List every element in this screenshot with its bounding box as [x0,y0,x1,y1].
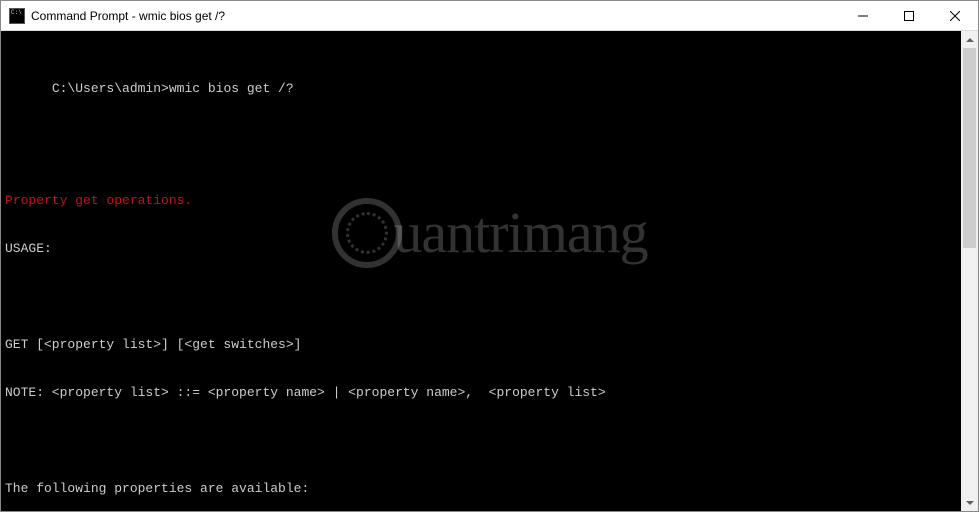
scroll-up-icon[interactable] [961,31,978,48]
close-button[interactable] [932,1,978,30]
cmd-icon [9,8,25,24]
scroll-track[interactable] [961,48,978,494]
available-label: The following properties are available: [5,481,978,497]
watermark-logo-icon [331,198,401,268]
minimize-button[interactable] [840,1,886,30]
command-text: wmic bios get /? [169,81,294,96]
section-heading: Property get operations. [5,193,978,209]
maximize-button[interactable] [886,1,932,30]
scroll-thumb[interactable] [963,48,976,248]
syntax-line: GET [<property list>] [<get switches>] [5,337,978,353]
window-controls [840,1,978,30]
note-line: NOTE: <property list> ::= <property name… [5,385,978,401]
prompt-path: C:\Users\admin> [52,81,169,96]
watermark: uantrimang [331,198,647,268]
window-title: Command Prompt - wmic bios get /? [31,9,840,23]
scroll-down-icon[interactable] [961,494,978,511]
terminal-output[interactable]: C:\Users\admin>wmic bios get /? Property… [1,31,978,511]
titlebar[interactable]: Command Prompt - wmic bios get /? [1,1,978,31]
usage-label: USAGE: [5,241,978,257]
command-prompt-window: Command Prompt - wmic bios get /? C:\Use… [0,0,979,512]
scrollbar[interactable] [961,31,978,511]
